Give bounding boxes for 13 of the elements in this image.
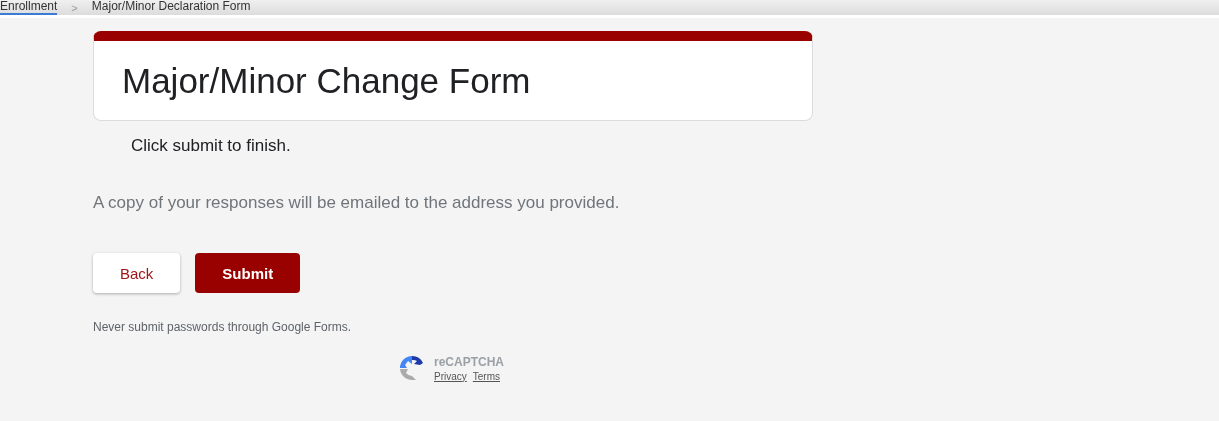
copy-notice: A copy of your responses will be emailed to the address you provided. — [93, 193, 621, 213]
privacy-link[interactable]: Privacy — [434, 370, 467, 382]
password-warning: Never submit passwords through Google Forms. — [93, 320, 353, 334]
separator: > — [71, 1, 78, 14]
breadcrumb-link[interactable]: Major/Minor Declaration Form — [91, 0, 251, 15]
back-button[interactable]: Back — [93, 253, 181, 293]
form-title: Major/Minor Change Form — [122, 60, 531, 101]
recaptcha-label: reCAPTCHA — [434, 354, 504, 369]
confirmation-message: Click submit to finish. — [131, 136, 292, 156]
submit-button[interactable]: Submit — [195, 253, 301, 293]
breadcrumb-link[interactable]: Enrollment — [0, 0, 58, 15]
terms-link[interactable]: Terms — [472, 370, 501, 382]
recaptcha-logo-icon — [398, 354, 426, 382]
